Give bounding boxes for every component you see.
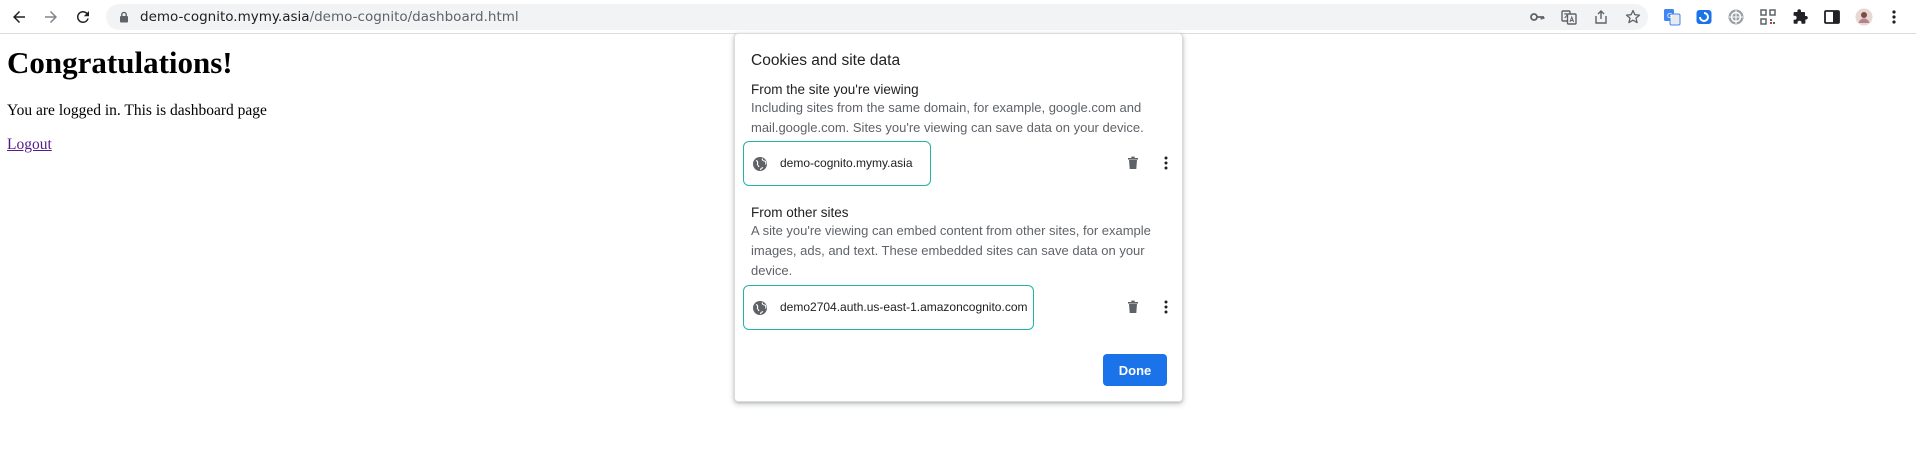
login-message: You are logged in. This is dashboard pag… (7, 102, 267, 119)
done-button[interactable]: Done (1103, 354, 1167, 386)
lock-icon (120, 11, 128, 23)
vpn-extension-icon[interactable] (1726, 7, 1746, 27)
first-party-title: From the site you're viewing (751, 82, 919, 97)
trash-icon (1128, 156, 1138, 169)
trash-icon (1128, 300, 1138, 313)
first-party-site-row[interactable]: demo-cognito.mymy.asia (743, 141, 931, 186)
logout-link[interactable]: Logout (7, 135, 52, 155)
third-party-site-row[interactable]: demo2704.auth.us-east-1.amazoncognito.co… (743, 285, 1034, 330)
forward-button[interactable] (39, 5, 63, 29)
third-party-site-name: demo2704.auth.us-east-1.amazoncognito.co… (780, 300, 1028, 314)
url-host: demo-cognito.mymy.asia (140, 9, 310, 25)
first-party-site-name: demo-cognito.mymy.asia (780, 156, 913, 170)
translate-icon[interactable] (1560, 8, 1578, 26)
url-text: demo-cognito.mymy.asia/demo-cognito/dash… (140, 8, 519, 26)
third-party-more-button[interactable] (1155, 296, 1177, 318)
reload-icon (77, 10, 89, 23)
google-translate-extension-icon[interactable]: G (1662, 7, 1682, 27)
third-party-description: A site you're viewing can embed content … (751, 223, 1151, 278)
dialog-title: Cookies and site data (751, 52, 901, 69)
profile-avatar[interactable] (1854, 7, 1874, 27)
more-vert-icon (1164, 156, 1168, 170)
more-vert-icon (1164, 300, 1168, 314)
cookies-dialog: Cookies and site data From the site you'… (734, 33, 1183, 402)
globe-icon (753, 157, 767, 171)
globe-icon (753, 301, 767, 315)
forward-arrow-icon (45, 11, 57, 23)
third-party-delete-button[interactable] (1122, 296, 1144, 318)
side-panel-icon[interactable] (1822, 7, 1842, 27)
first-party-more-button[interactable] (1155, 152, 1177, 174)
page-heading: Congratulations! (7, 45, 233, 80)
screen-capture-extension-icon[interactable] (1694, 7, 1714, 27)
qr-code-extension-icon[interactable] (1758, 7, 1778, 27)
browser-toolbar: demo-cognito.mymy.asia/demo-cognito/dash… (0, 0, 1916, 34)
first-party-delete-button[interactable] (1122, 152, 1144, 174)
third-party-title: From other sites (751, 205, 849, 220)
back-arrow-icon (13, 11, 25, 23)
first-party-description: Including sites from the same domain, fo… (751, 100, 1144, 135)
svg-text:G: G (1667, 12, 1672, 20)
back-button[interactable] (7, 5, 31, 29)
url-path: /demo-cognito/dashboard.html (309, 9, 519, 25)
password-key-icon[interactable] (1528, 8, 1546, 26)
bookmark-star-icon[interactable] (1624, 8, 1642, 26)
extensions-puzzle-icon[interactable] (1790, 7, 1810, 27)
browser-menu-icon[interactable] (1884, 7, 1904, 27)
reload-button[interactable] (71, 5, 95, 29)
address-bar[interactable]: demo-cognito.mymy.asia/demo-cognito/dash… (106, 4, 1648, 30)
share-icon[interactable] (1592, 8, 1610, 26)
